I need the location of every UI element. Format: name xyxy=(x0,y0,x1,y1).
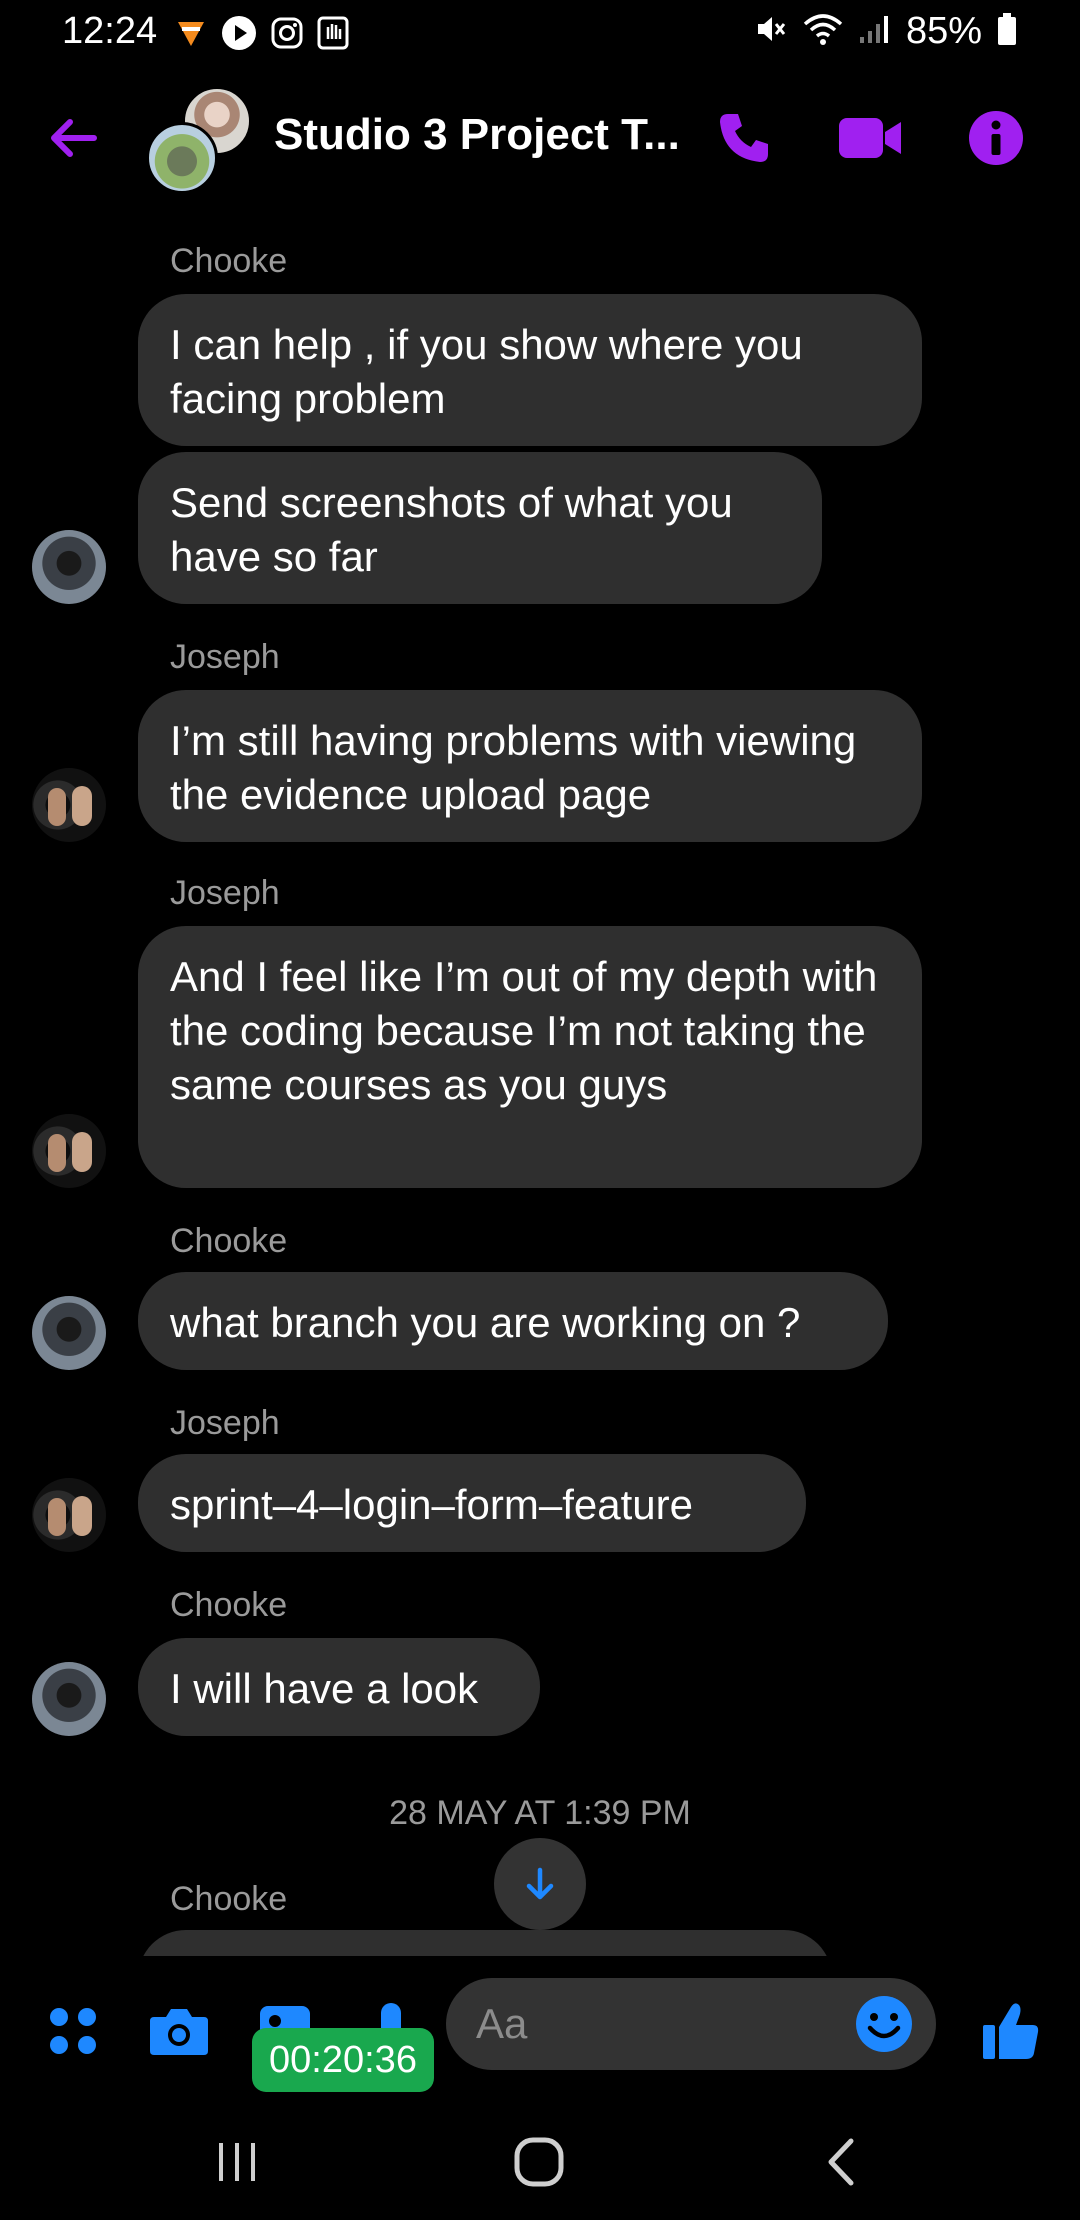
message-bubble[interactable]: And I feel like I’m out of my depth with… xyxy=(138,926,922,1188)
phone-icon xyxy=(720,114,768,162)
video-camera-icon xyxy=(839,118,901,158)
play-icon xyxy=(220,14,258,57)
battery-icon xyxy=(996,12,1018,51)
info-icon xyxy=(969,111,1023,165)
hand-icon xyxy=(316,15,350,56)
system-icons: 85% xyxy=(754,10,1018,53)
conversation-title[interactable]: Studio 3 Project T... xyxy=(274,110,680,160)
avatar[interactable] xyxy=(32,768,106,842)
recent-apps-icon xyxy=(219,2143,255,2181)
sender-name: Chooke xyxy=(170,1586,288,1624)
back-nav-button[interactable] xyxy=(796,2124,886,2200)
camera-icon xyxy=(150,2009,208,2055)
message-input-placeholder: Aa xyxy=(476,2000,528,2047)
system-navigation-bar xyxy=(0,2102,1080,2220)
notification-icons xyxy=(174,14,350,57)
message-input[interactable]: Aa xyxy=(446,1978,936,2070)
more-actions-button[interactable] xyxy=(38,1996,108,2066)
sender-name: Chooke xyxy=(170,1222,288,1260)
info-button[interactable] xyxy=(958,100,1034,176)
conversation-header: Studio 3 Project T... xyxy=(0,66,1080,206)
arrow-left-icon xyxy=(51,119,97,157)
back-button[interactable] xyxy=(44,108,104,168)
sender-name: Joseph xyxy=(170,638,280,676)
group-avatar[interactable] xyxy=(146,86,252,194)
battery-percent: 85% xyxy=(905,10,982,52)
avatar[interactable] xyxy=(32,1114,106,1188)
wifi-icon xyxy=(802,12,844,51)
scroll-to-bottom-button[interactable] xyxy=(494,1838,586,1930)
home-button[interactable] xyxy=(494,2124,584,2200)
message-bubble[interactable]: I’m still having problems with viewing t… xyxy=(138,690,922,842)
avatar xyxy=(146,122,218,194)
instagram-icon xyxy=(270,16,304,55)
message-bubble[interactable]: Send screenshots of what you have so far xyxy=(138,452,822,604)
vlc-icon xyxy=(174,16,208,55)
thumbs-up-icon xyxy=(983,2003,1039,2059)
sender-name: Chooke xyxy=(170,1880,288,1918)
message-bubble[interactable]: sprint–4–login–form–feature xyxy=(138,1454,806,1552)
recent-apps-button[interactable] xyxy=(192,2124,282,2200)
avatar[interactable] xyxy=(32,1478,106,1552)
date-separator: 28 MAY AT 1:39 PM xyxy=(389,1794,691,1832)
sender-name: Joseph xyxy=(170,1404,280,1442)
message-bubble[interactable]: I can help , if you show where you facin… xyxy=(138,294,922,446)
avatar[interactable] xyxy=(32,1296,106,1370)
chevron-left-icon xyxy=(828,2138,854,2186)
like-button[interactable] xyxy=(976,1996,1046,2066)
video-call-button[interactable] xyxy=(832,100,908,176)
avatar[interactable] xyxy=(32,1662,106,1736)
voice-call-button[interactable] xyxy=(706,100,782,176)
emoji-button[interactable] xyxy=(852,1992,916,2056)
smiley-icon xyxy=(856,1996,912,2052)
grid-dots-icon xyxy=(50,2008,96,2054)
status-time: 12:24 xyxy=(62,10,158,52)
camera-button[interactable] xyxy=(144,1996,214,2066)
home-icon xyxy=(514,2137,564,2187)
status-bar: 12:24 85% xyxy=(0,0,1080,66)
message-composer: Aa xyxy=(0,1956,1080,2102)
message-bubble[interactable]: I will have a look xyxy=(138,1638,540,1736)
arrow-down-icon xyxy=(526,1867,554,1900)
recording-timer: 00:20:36 xyxy=(252,2028,434,2092)
sender-name: Chooke xyxy=(170,242,288,280)
message-bubble[interactable]: what branch you are working on ? xyxy=(138,1272,888,1370)
message-bubble[interactable] xyxy=(138,1930,832,1956)
signal-icon xyxy=(858,13,892,50)
message-list[interactable]: Chooke I can help , if you show where yo… xyxy=(0,206,1080,1956)
avatar[interactable] xyxy=(32,530,106,604)
mute-icon xyxy=(754,12,788,51)
sender-name: Joseph xyxy=(170,874,280,912)
